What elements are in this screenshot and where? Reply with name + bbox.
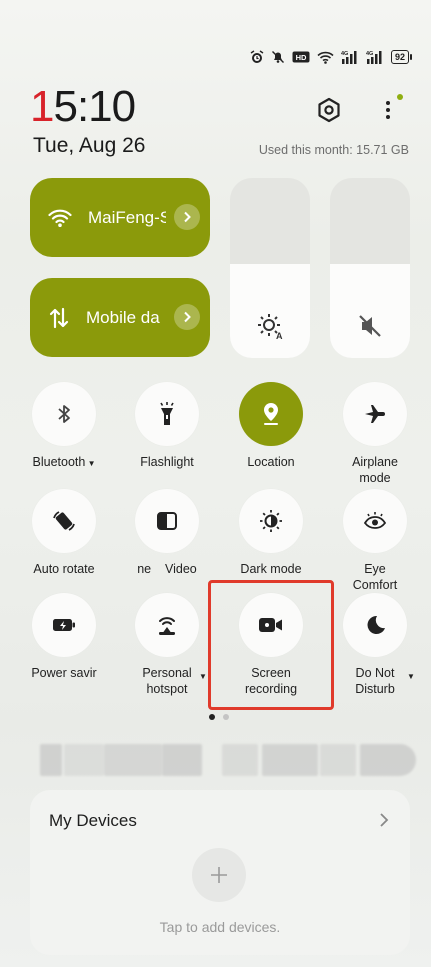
power-saving-label: Power savir — [31, 666, 97, 680]
signal-4g-icon-2: 4G — [366, 51, 382, 64]
page-dot-active[interactable] — [209, 714, 215, 720]
hotspot-icon — [159, 617, 175, 635]
highlight-box — [208, 580, 334, 710]
mobile-data-chevron-right-icon[interactable] — [174, 304, 200, 330]
toggle-bluetooth[interactable]: Bluetooth ▼ — [14, 382, 114, 472]
clock[interactable]: 15:10 — [30, 82, 136, 131]
signal-4g-icon: 4G — [341, 51, 357, 64]
flashlight-icon — [160, 402, 174, 425]
svg-text:A: A — [276, 331, 283, 340]
auto-rotate-icon — [53, 511, 75, 531]
toggle-airplane-mode[interactable]: Airplane mode — [325, 382, 425, 486]
do-not-disturb-button[interactable] — [343, 593, 407, 657]
date: Tue, Aug 26 — [33, 134, 146, 157]
more-menu-icon[interactable] — [384, 94, 403, 123]
toggle-power-saving[interactable]: Power savir — [14, 593, 114, 681]
auto-brightness-icon: A — [258, 314, 283, 340]
mobile-data-arrows-icon — [49, 307, 69, 328]
redacted-block — [360, 744, 416, 776]
video-button[interactable] — [135, 489, 199, 553]
location-label: Location — [247, 455, 295, 469]
clock-rest: 5:10 — [53, 82, 136, 131]
airplane-icon — [365, 405, 385, 423]
split-screen-icon — [157, 512, 177, 530]
svg-text:4G: 4G — [341, 51, 348, 57]
notification-dot — [397, 94, 403, 100]
flashlight-button[interactable] — [135, 382, 199, 446]
dark-mode-label: Dark mode — [240, 562, 302, 576]
wifi-chevron-right-icon[interactable] — [174, 204, 200, 230]
redacted-block — [262, 744, 318, 776]
svg-text:4G: 4G — [366, 51, 373, 57]
auto-rotate-label: Auto rotate — [33, 562, 95, 576]
wifi-status-icon — [317, 51, 334, 64]
toggle-eye-comfort[interactable]: Eye Comfort — [325, 489, 425, 593]
toggle-location[interactable]: Location — [221, 382, 321, 470]
svg-text:HD: HD — [296, 53, 307, 62]
dark-mode-button[interactable] — [239, 489, 303, 553]
video-label: ne Video — [137, 562, 197, 576]
wifi-tile[interactable]: MaiFeng-S — [30, 178, 210, 257]
add-device-button[interactable] — [192, 848, 246, 902]
redacted-block — [64, 744, 104, 776]
alarm-icon — [250, 50, 264, 63]
my-devices-card[interactable]: My Devices Tap to add devices. — [30, 790, 410, 955]
toggle-flashlight[interactable]: Flashlight — [117, 382, 217, 470]
power-saving-button[interactable] — [32, 593, 96, 657]
dnd-dropdown-icon[interactable]: ▼ — [407, 672, 415, 681]
toggle-video[interactable]: ne Video — [117, 489, 217, 577]
airplane-mode-button[interactable] — [343, 382, 407, 446]
bluetooth-icon — [58, 405, 70, 423]
personal-hotspot-button[interactable] — [135, 593, 199, 657]
toggle-personal-hotspot[interactable]: Personal hotspot — [117, 593, 217, 697]
dark-mode-icon — [260, 510, 282, 532]
redacted-block — [40, 744, 62, 776]
do-not-disturb-label: Do Not Disturb — [355, 666, 395, 696]
volume-mute-icon — [359, 315, 381, 337]
moon-icon — [367, 615, 385, 634]
toggle-auto-rotate[interactable]: Auto rotate — [14, 489, 114, 577]
plus-icon — [211, 867, 227, 883]
redacted-block — [222, 744, 258, 776]
volume-slider[interactable] — [330, 178, 410, 358]
auto-rotate-button[interactable] — [32, 489, 96, 553]
flashlight-label: Flashlight — [140, 455, 194, 469]
clock-first-digit: 1 — [30, 82, 55, 131]
add-devices-hint: Tap to add devices. — [159, 919, 281, 935]
eye-comfort-button[interactable] — [343, 489, 407, 553]
redacted-block — [162, 744, 202, 776]
wifi-network-name: MaiFeng-S — [88, 207, 166, 227]
data-usage: Used this month: 15.71 GB — [258, 143, 409, 157]
battery-saver-icon — [53, 619, 75, 631]
page-dot-inactive[interactable] — [223, 714, 229, 720]
toggle-do-not-disturb[interactable]: Do Not Disturb — [325, 593, 425, 697]
wifi-icon — [48, 209, 72, 227]
personal-hotspot-label: Personal hotspot — [142, 666, 192, 696]
redacted-block — [104, 744, 162, 776]
redacted-block — [320, 744, 356, 776]
hd-icon: HD — [292, 51, 310, 63]
bluetooth-button[interactable] — [32, 382, 96, 446]
mute-bell-icon — [271, 51, 284, 63]
mobile-data-tile[interactable]: Mobile da — [30, 278, 210, 357]
eye-comfort-label: Eye Comfort — [352, 562, 398, 592]
hotspot-dropdown-icon[interactable]: ▼ — [199, 672, 207, 681]
battery-icon: 92 — [390, 50, 413, 64]
toggle-dark-mode[interactable]: Dark mode — [221, 489, 321, 577]
eye-comfort-icon — [363, 512, 387, 529]
airplane-mode-label: Airplane mode — [352, 455, 398, 485]
my-devices-title: My Devices — [49, 811, 137, 830]
location-button[interactable] — [239, 382, 303, 446]
status-bar: HD 4G 4G 92 — [250, 50, 413, 64]
brightness-slider[interactable]: A — [230, 178, 310, 358]
bluetooth-label: Bluetooth ▼ — [32, 455, 96, 469]
location-pin-icon — [264, 403, 278, 425]
mobile-data-label: Mobile da — [86, 307, 160, 327]
settings-gear-icon[interactable] — [316, 97, 342, 123]
chevron-right-icon[interactable] — [378, 812, 390, 828]
